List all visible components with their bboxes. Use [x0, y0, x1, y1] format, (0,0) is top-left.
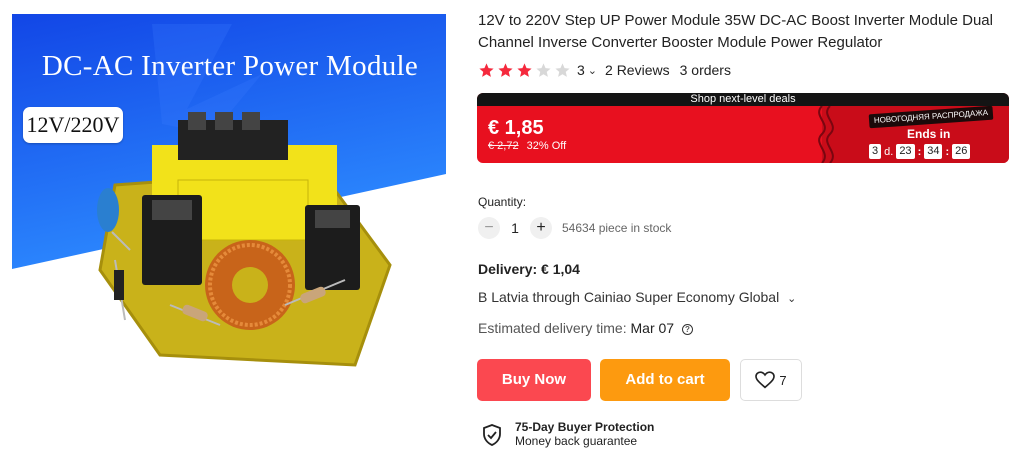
ends-in-label: Ends in [907, 127, 951, 141]
quantity-label: Quantity: [478, 195, 527, 209]
inverter-board-illustration [97, 112, 392, 367]
quantity-value[interactable]: 1 [500, 220, 530, 236]
chevron-down-icon: ⌄ [787, 293, 797, 305]
protection-title: 75-Day Buyer Protection [515, 420, 655, 434]
reviews-link[interactable]: 2 Reviews [605, 62, 670, 78]
timer-seconds: 26 [952, 144, 971, 159]
timer-separator: : [917, 145, 922, 158]
quantity-stepper: − 1 + 54634 piece in stock [478, 217, 671, 239]
timer-hours: 23 [896, 144, 915, 159]
product-title: 12V to 220V Step UP Power Module 35W DC-… [478, 12, 993, 51]
wave-divider-icon [818, 106, 834, 163]
heart-icon [755, 371, 776, 389]
rating-value: 3 [577, 62, 585, 78]
shipping-method-selector[interactable]: B Latvia through Cainiao Super Economy G… [478, 289, 804, 305]
rating-row: 3 ⌄ 2 Reviews 3 orders [478, 59, 731, 81]
protection-subtitle: Money back guarantee [515, 434, 638, 448]
old-price-row: € 2,72 32% Off [488, 140, 566, 152]
chevron-down-icon[interactable]: ⌄ [588, 64, 597, 77]
shield-check-icon [483, 424, 501, 446]
protection-text: 75-Day Buyer Protection Money back guara… [515, 420, 654, 449]
star-filled-icon [498, 62, 513, 77]
old-price: € 2,72 [488, 140, 519, 152]
orders-count: 3 orders [679, 62, 731, 78]
discount-label: 32% Off [526, 140, 567, 152]
estimate-date: Mar 07 [630, 320, 675, 336]
price-deal-banner[interactable]: Shop next-level deals € 1,85 € 2,72 32% … [477, 93, 1009, 163]
star-empty-icon [536, 62, 551, 77]
timer-minutes: 34 [924, 144, 943, 159]
banner-title: DC-AC Inverter Power Module [41, 50, 419, 82]
wishlist-button[interactable]: 7 [740, 359, 802, 401]
shipping-route: B Latvia through Cainiao Super Economy G… [478, 289, 780, 305]
estimate-label: Estimated delivery time: [478, 320, 627, 336]
help-icon[interactable]: ? [681, 324, 693, 335]
delivery-cost: Delivery: € 1,04 [478, 261, 580, 277]
wishlist-count: 7 [779, 372, 787, 388]
stock-count: 54634 piece in stock [562, 221, 672, 235]
add-to-cart-button[interactable]: Add to cart [600, 359, 730, 401]
timer-days-unit: d. [884, 145, 894, 158]
quantity-increase-button[interactable]: + [530, 217, 552, 239]
quantity-decrease-button[interactable]: − [478, 217, 500, 239]
timer-separator: : [945, 145, 950, 158]
product-image[interactable]: DC-AC Inverter Power Module 12V/220V [0, 0, 462, 430]
buy-now-button[interactable]: Buy Now [477, 359, 591, 401]
deal-strip: Shop next-level deals [477, 93, 1009, 106]
current-price: € 1,85 [488, 117, 544, 139]
star-filled-icon [479, 62, 494, 77]
buyer-protection[interactable]: 75-Day Buyer Protection Money back guara… [482, 420, 654, 449]
estimated-delivery: Estimated delivery time: Mar 07 ? [478, 320, 693, 336]
rating-stars [478, 62, 571, 79]
countdown-timer: 3 d. 23 : 34 : 26 [869, 144, 971, 159]
star-empty-icon [555, 62, 570, 77]
timer-days: 3 [869, 144, 882, 159]
star-filled-icon [517, 62, 532, 77]
